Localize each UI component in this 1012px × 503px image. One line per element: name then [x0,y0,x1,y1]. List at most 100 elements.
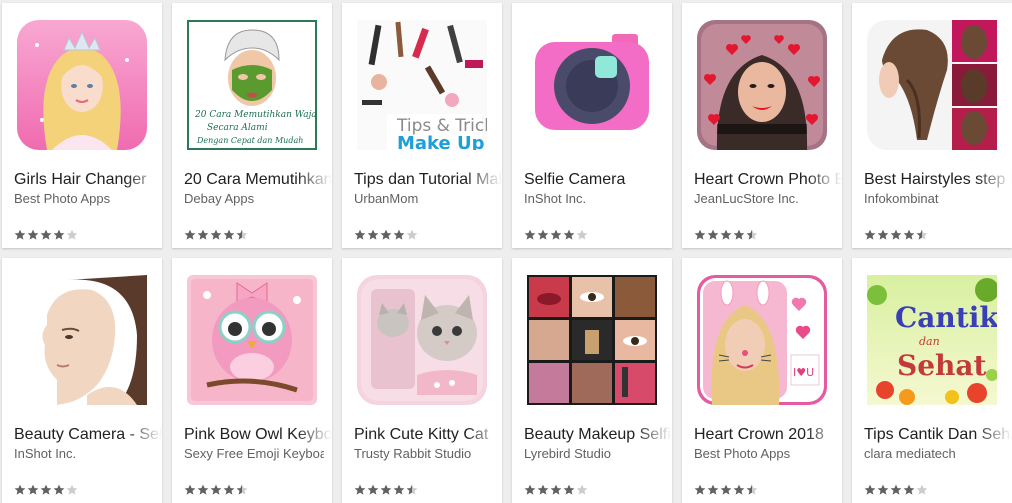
star-empty-icon [66,484,78,495]
star-empty-icon [576,484,588,495]
app-card[interactable]: Beauty Makeup Selfie Lyrebird Studio [512,258,672,503]
star-filled-icon [890,229,902,240]
rating-stars [864,229,928,241]
makeup-collage-icon[interactable] [527,275,657,405]
app-developer[interactable]: Debay Apps [184,191,324,206]
app-developer[interactable]: clara mediatech [864,446,1004,461]
star-filled-icon [707,484,719,495]
star-filled-icon [890,484,902,495]
star-filled-icon [903,484,915,495]
girl-princess-crown-icon[interactable] [17,20,147,150]
app-title[interactable]: Tips dan Tutorial Make Up [354,171,502,189]
star-filled-icon [380,484,392,495]
rating-stars [14,484,78,496]
star-filled-icon [53,484,65,495]
rating-stars [354,484,418,496]
app-card[interactable]: Selfie Camera InShot Inc. [512,3,672,248]
app-card[interactable]: Girls Hair Changer Best Photo Apps [2,3,162,248]
star-filled-icon [367,229,379,240]
app-title[interactable]: Pink Bow Owl Keyboard [184,426,332,444]
star-filled-icon [707,229,719,240]
app-title[interactable]: Selfie Camera [524,171,672,189]
kitty-cat-icon[interactable] [357,275,487,405]
app-card[interactable]: Beauty Camera - Selfie InShot Inc. [2,258,162,503]
app-developer[interactable]: InShot Inc. [14,446,154,461]
app-developer[interactable]: Sexy Free Emoji Keyboard [184,446,324,461]
star-empty-icon [406,229,418,240]
app-title[interactable]: 20 Cara Memutihkan Wajah [184,171,332,189]
app-card[interactable]: 20 Cara Memutihkan Wajah Secara Alami De… [172,3,332,248]
makeup-products-icon[interactable]: Tips & Trick Make Up [357,20,487,150]
rating-stars [694,484,758,496]
app-card[interactable]: Best Hairstyles step by step Infokombina… [852,3,1012,248]
star-filled-icon [210,484,222,495]
app-grid: Girls Hair Changer Best Photo Apps 20 Ca… [0,0,1012,503]
star-filled-icon [223,229,235,240]
rating-stars [14,229,78,241]
app-developer[interactable]: Trusty Rabbit Studio [354,446,494,461]
app-card[interactable]: Cantik dan Sehat Tips Cantik Dan Sehat c… [852,258,1012,503]
icon-text: Sehat [897,349,987,382]
icon-text: 20 Cara Memutihkan Wajah [194,110,317,120]
star-filled-icon [720,484,732,495]
app-title[interactable]: Heart Crown Photo Editor [694,171,842,189]
star-filled-icon [40,229,52,240]
app-card[interactable]: Pink Bow Owl Keyboard Sexy Free Emoji Ke… [172,258,332,503]
app-developer[interactable]: InShot Inc. [524,191,664,206]
app-developer[interactable]: Infokombinat [864,191,1004,206]
app-developer[interactable]: Best Photo Apps [694,446,834,461]
app-developer[interactable]: JeanLucStore Inc. [694,191,834,206]
star-filled-icon [197,229,209,240]
app-title[interactable]: Beauty Makeup Selfie [524,426,672,444]
app-developer[interactable]: Lyrebird Studio [524,446,664,461]
star-empty-icon [66,229,78,240]
star-filled-icon [733,229,745,240]
star-filled-icon [184,229,196,240]
rating-stars [184,484,248,496]
star-half-icon [236,484,248,495]
star-filled-icon [40,484,52,495]
app-title[interactable]: Pink Cute Kitty Cat [354,426,502,444]
star-filled-icon [223,484,235,495]
star-filled-icon [694,229,706,240]
rating-stars [694,229,758,241]
heart-crown-bunny-icon[interactable]: I♥U [697,275,827,405]
star-filled-icon [537,229,549,240]
app-developer[interactable]: Best Photo Apps [14,191,154,206]
icon-text: Dengan Cepat dan Mudah [196,136,303,145]
star-filled-icon [14,484,26,495]
app-title[interactable]: Best Hairstyles step by step [864,171,1012,189]
app-title[interactable]: Tips Cantik Dan Sehat [864,426,1012,444]
star-filled-icon [733,484,745,495]
star-filled-icon [27,229,39,240]
rating-stars [184,229,248,241]
star-filled-icon [393,484,405,495]
star-half-icon [746,484,758,495]
heart-crown-selfie-icon[interactable] [697,20,827,150]
app-title[interactable]: Heart Crown 2018 [694,426,842,444]
star-half-icon [746,229,758,240]
star-filled-icon [864,229,876,240]
app-card[interactable]: Heart Crown Photo Editor JeanLucStore In… [682,3,842,248]
app-card[interactable]: I♥U Heart Crown 2018 Best Photo Apps [682,258,842,503]
star-filled-icon [27,484,39,495]
star-half-icon [916,229,928,240]
star-filled-icon [354,229,366,240]
app-title[interactable]: Girls Hair Changer [14,171,162,189]
star-filled-icon [694,484,706,495]
star-filled-icon [550,484,562,495]
face-mask-icon[interactable]: 20 Cara Memutihkan Wajah Secara Alami De… [187,20,317,150]
rating-stars [524,229,588,241]
app-developer[interactable]: UrbanMom [354,191,494,206]
app-card[interactable]: Tips & Trick Make Up Tips dan Tutorial M… [342,3,502,248]
star-filled-icon [354,484,366,495]
cantik-sehat-icon[interactable]: Cantik dan Sehat [867,275,997,405]
star-filled-icon [864,484,876,495]
rating-stars [864,484,928,496]
hairstyle-braid-icon[interactable] [867,20,997,150]
app-card[interactable]: Pink Cute Kitty Cat Trusty Rabbit Studio [342,258,502,503]
pink-camera-icon[interactable] [527,20,657,150]
pink-owl-icon[interactable] [187,275,317,405]
app-title[interactable]: Beauty Camera - Selfie [14,426,162,444]
woman-profile-icon[interactable] [17,275,147,405]
